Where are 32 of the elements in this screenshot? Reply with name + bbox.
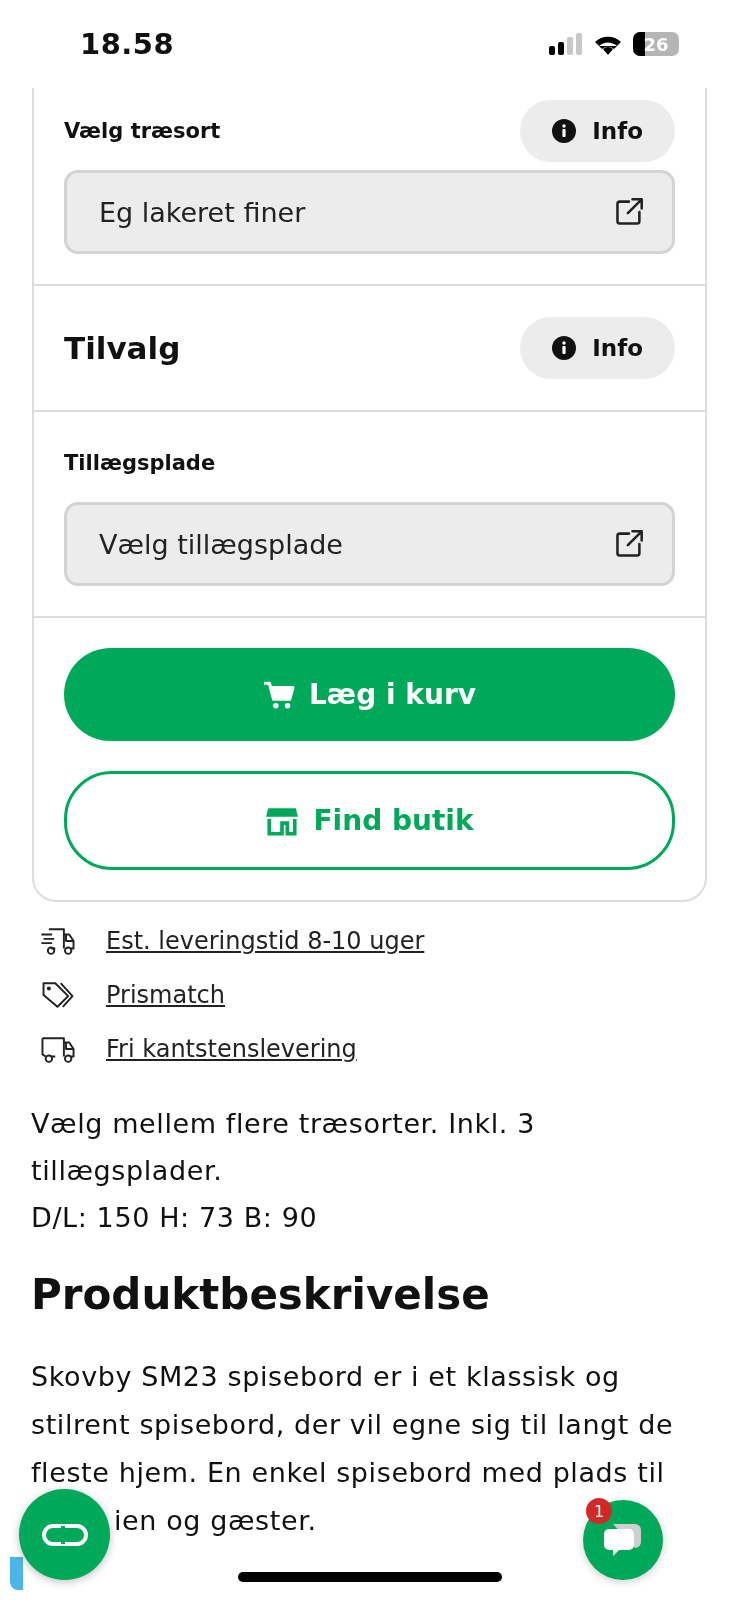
tag-icon xyxy=(40,980,76,1010)
widget-tab[interactable] xyxy=(10,1557,23,1590)
cart-icon xyxy=(263,679,296,710)
section-heading: Produktbeskrivelse xyxy=(31,1269,491,1321)
external-link-icon xyxy=(614,197,644,227)
truck-icon xyxy=(40,1034,76,1064)
description-text: ien og gæster. xyxy=(114,1504,317,1538)
clock: 18.58 xyxy=(80,27,175,61)
info-link[interactable]: Fri kantstenslevering xyxy=(106,1035,357,1063)
notification-badge: 1 xyxy=(586,1498,612,1524)
chat-icon xyxy=(603,1521,643,1559)
fast-truck-icon xyxy=(40,926,76,956)
info-button[interactable]: Info xyxy=(520,317,675,379)
field-label: Vælg træsort xyxy=(64,119,221,143)
select-field[interactable]: Eg lakeret finer xyxy=(64,170,675,254)
signal-icon xyxy=(549,33,583,55)
info-link[interactable]: Est. leveringstid 8-10 uger xyxy=(106,927,425,955)
battery-level: 26 xyxy=(643,33,669,55)
section-title: Tilvalg xyxy=(64,330,181,366)
info-icon xyxy=(552,119,577,143)
chat-button[interactable] xyxy=(583,1500,663,1580)
summary-text: D/L: 150 H: 73 B: 90 xyxy=(31,1201,319,1235)
external-link-icon xyxy=(614,529,644,559)
info-icon xyxy=(552,336,577,360)
summary-text: Vælg mellem flere træsorter. Inkl. 3 tillægsplader. xyxy=(31,1107,536,1188)
info-button[interactable]: Info xyxy=(520,100,675,162)
info-link[interactable]: Prismatch xyxy=(106,981,225,1009)
toggle-icon xyxy=(41,1523,88,1546)
select-field[interactable]: Vælg tillægsplade xyxy=(64,502,675,586)
floating-button[interactable] xyxy=(19,1489,110,1580)
store-icon xyxy=(265,805,300,836)
field-label: Tillægsplade xyxy=(64,451,216,475)
